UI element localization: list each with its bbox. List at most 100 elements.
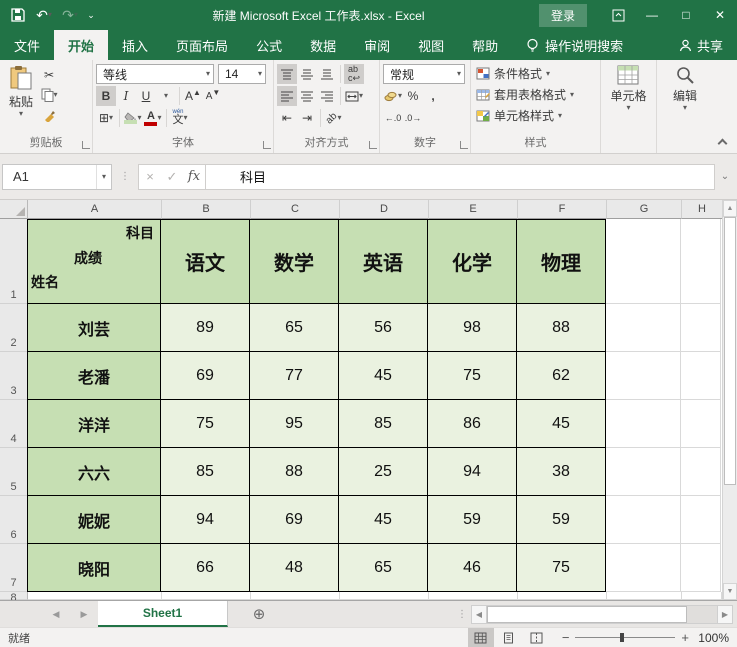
scroll-down-button[interactable]: ▼ [723, 583, 737, 600]
score-cell[interactable]: 94 [428, 448, 517, 496]
enter-button[interactable]: ✓ [161, 169, 183, 185]
fill-color-button[interactable]: ▾ [123, 108, 143, 128]
zoom-out-button[interactable]: − [562, 630, 570, 645]
row-header-2[interactable]: 2 [0, 304, 28, 352]
sheetbar-divider[interactable]: ⋮ [457, 601, 471, 627]
score-cell[interactable]: 69 [250, 496, 339, 544]
empty-cell[interactable] [606, 352, 681, 400]
formula-bar-divider[interactable]: ⋮ [112, 171, 138, 182]
clipboard-dialog-launcher[interactable] [82, 141, 90, 149]
score-cell[interactable]: 45 [339, 496, 428, 544]
middle-align-button[interactable] [297, 64, 317, 84]
score-cell[interactable]: 38 [517, 448, 606, 496]
font-name-combo[interactable]: 等线▾ [96, 64, 214, 84]
scroll-right-button[interactable]: ▶ [717, 605, 733, 624]
bottom-align-button[interactable] [317, 64, 337, 84]
decrease-decimal-button[interactable]: .0→ [403, 108, 423, 128]
conditional-formatting-button[interactable]: 条件格式▾ [476, 63, 597, 84]
sheet-tab-sheet1[interactable]: Sheet1 [98, 601, 228, 627]
copy-button[interactable]: ▾ [39, 85, 59, 105]
insert-function-button[interactable]: fx [183, 169, 205, 184]
share-button[interactable]: 共享 [665, 30, 737, 60]
cell-a1-corner[interactable]: 科目 成绩 姓名 [27, 219, 161, 304]
increase-indent-button[interactable]: ⇥ [297, 108, 317, 128]
underline-button[interactable]: U [136, 86, 156, 106]
score-cell[interactable]: 45 [339, 352, 428, 400]
zoom-slider-handle[interactable] [620, 633, 624, 642]
score-cell[interactable]: 65 [250, 304, 339, 352]
student-name-cell[interactable]: 老潘 [27, 352, 161, 400]
empty-cell[interactable] [606, 496, 681, 544]
empty-cell[interactable] [518, 592, 607, 600]
student-name-cell[interactable]: 六六 [27, 448, 161, 496]
score-cell[interactable]: 85 [339, 400, 428, 448]
select-all-button[interactable] [0, 200, 28, 219]
page-break-preview-button[interactable] [524, 628, 550, 647]
increase-decimal-button[interactable]: ←.0 [383, 108, 403, 128]
save-button[interactable] [6, 3, 30, 27]
score-cell[interactable]: 89 [161, 304, 250, 352]
score-cell[interactable]: 66 [161, 544, 250, 592]
score-cell[interactable]: 59 [517, 496, 606, 544]
cancel-button[interactable]: × [139, 169, 161, 184]
score-cell[interactable]: 45 [517, 400, 606, 448]
empty-cell[interactable] [28, 592, 162, 600]
score-cell[interactable]: 75 [161, 400, 250, 448]
empty-cell[interactable] [607, 592, 682, 600]
comma-style-button[interactable]: , [423, 86, 443, 106]
score-cell[interactable]: 98 [428, 304, 517, 352]
number-format-combo[interactable]: 常规▾ [383, 64, 465, 84]
row-header-1[interactable]: 1 [0, 219, 28, 304]
score-cell[interactable]: 48 [250, 544, 339, 592]
alignment-dialog-launcher[interactable] [369, 141, 377, 149]
empty-cell[interactable] [606, 400, 681, 448]
column-header-c[interactable]: C [251, 200, 340, 219]
zoom-in-button[interactable]: + [681, 630, 689, 645]
font-color-button[interactable]: A ▾ [143, 108, 163, 128]
column-header-a[interactable]: A [28, 200, 162, 219]
format-painter-button[interactable] [39, 105, 59, 125]
tab-help[interactable]: 帮助 [458, 30, 512, 60]
student-name-cell[interactable]: 刘芸 [27, 304, 161, 352]
empty-cell[interactable] [162, 592, 251, 600]
empty-cell[interactable] [681, 304, 721, 352]
empty-cell[interactable] [429, 592, 518, 600]
underline-dropdown[interactable]: ▾ [156, 86, 176, 106]
column-header-f[interactable]: F [518, 200, 607, 219]
empty-cell[interactable] [681, 352, 721, 400]
next-sheet-button[interactable]: ▶ [70, 601, 98, 627]
orientation-button[interactable]: ab▾ [324, 108, 344, 128]
paste-button[interactable]: 粘贴 ▾ [3, 63, 39, 133]
tab-home[interactable]: 开始 [54, 30, 108, 60]
align-left-button[interactable] [277, 86, 297, 106]
horizontal-scrollbar-thumb[interactable] [487, 606, 687, 623]
subject-header[interactable]: 化学 [428, 219, 517, 304]
vertical-scrollbar[interactable]: ▲ ▼ [722, 200, 737, 600]
cut-button[interactable]: ✂ [39, 65, 59, 85]
score-cell[interactable]: 75 [517, 544, 606, 592]
empty-cell[interactable] [681, 448, 721, 496]
undo-button[interactable]: ↶▾ [32, 3, 56, 27]
page-layout-view-button[interactable] [496, 628, 522, 647]
ribbon-display-options-button[interactable] [601, 0, 635, 30]
horizontal-scrollbar[interactable]: ◀ ▶ [471, 604, 733, 624]
row-header-8[interactable]: 8 [0, 592, 28, 600]
cells-button[interactable]: 单元格 ▾ [604, 63, 652, 149]
customize-qat-button[interactable]: ⌄ [84, 3, 98, 27]
merge-center-button[interactable]: ▾ [344, 86, 364, 106]
tab-insert[interactable]: 插入 [108, 30, 162, 60]
grow-font-button[interactable]: A▲ [183, 86, 203, 106]
empty-cell[interactable] [606, 544, 681, 592]
row-header-3[interactable]: 3 [0, 352, 28, 400]
empty-cell[interactable] [251, 592, 340, 600]
subject-header[interactable]: 语文 [161, 219, 250, 304]
align-center-button[interactable] [297, 86, 317, 106]
tab-page-layout[interactable]: 页面布局 [162, 30, 242, 60]
redo-button[interactable]: ↷▾ [58, 3, 82, 27]
subject-header[interactable]: 数学 [250, 219, 339, 304]
score-cell[interactable]: 85 [161, 448, 250, 496]
empty-cell[interactable] [681, 496, 721, 544]
vertical-scrollbar-track[interactable] [723, 485, 737, 583]
bold-button[interactable]: B [96, 86, 116, 106]
student-name-cell[interactable]: 洋洋 [27, 400, 161, 448]
